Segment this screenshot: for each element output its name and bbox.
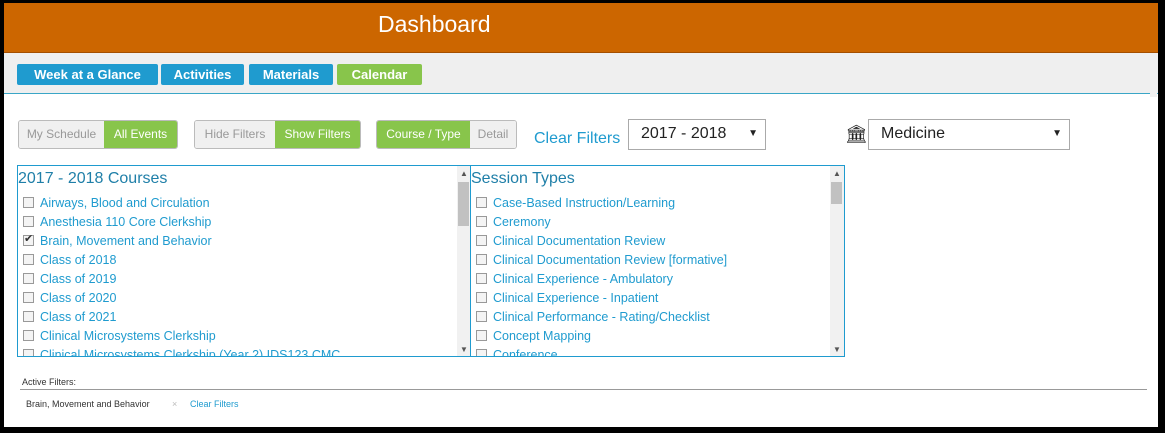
my-schedule-button[interactable]: My Schedule (19, 121, 104, 148)
list-item-label[interactable]: Clinical Microsystems Clerkship (Year 2)… (40, 348, 340, 356)
scroll-up-icon[interactable]: ▲ (833, 169, 841, 178)
checkbox[interactable] (476, 197, 487, 208)
list-item[interactable]: Clinical Documentation Review [formative… (476, 253, 727, 272)
list-item-label[interactable]: Clinical Microsystems Clerkship (40, 329, 216, 343)
schedule-toggle: My Schedule All Events (18, 120, 178, 149)
scroll-thumb[interactable] (458, 182, 469, 226)
scroll-down-icon[interactable]: ▼ (833, 345, 841, 354)
list-item-label[interactable]: Clinical Documentation Review [formative… (493, 253, 727, 267)
list-item-label[interactable]: Conference (493, 348, 558, 356)
year-select-value: 2017 - 2018 (641, 125, 727, 142)
list-item-label[interactable]: Clinical Documentation Review (493, 234, 665, 248)
checkbox[interactable] (476, 292, 487, 303)
list-item-label[interactable]: Class of 2021 (40, 310, 116, 324)
list-item[interactable]: Ceremony (476, 215, 727, 234)
checkbox[interactable] (23, 330, 34, 341)
list-item[interactable]: Class of 2020 (23, 291, 340, 310)
list-item[interactable]: Clinical Microsystems Clerkship (23, 329, 340, 348)
materials-button[interactable]: Materials (249, 64, 333, 85)
dashboard-window: Dashboard Week at a Glance Activities Ma… (4, 3, 1158, 427)
checkbox[interactable] (23, 349, 34, 356)
list-item-label[interactable]: Class of 2020 (40, 291, 116, 305)
hide-filters-button[interactable]: Hide Filters (195, 121, 275, 148)
list-item-label[interactable]: Clinical Experience - Ambulatory (493, 272, 673, 286)
checkbox[interactable] (23, 216, 34, 227)
list-item-label[interactable]: Class of 2019 (40, 272, 116, 286)
show-filters-button[interactable]: Show Filters (275, 121, 360, 148)
list-item[interactable]: Class of 2018 (23, 253, 340, 272)
list-item-label[interactable]: Anesthesia 110 Core Clerkship (40, 215, 211, 229)
remove-filter-icon[interactable]: × (172, 399, 177, 409)
calendar-button[interactable]: Calendar (337, 64, 422, 85)
list-item-label[interactable]: Ceremony (493, 215, 551, 229)
header-bar: Dashboard (4, 3, 1158, 53)
list-item[interactable]: Clinical Experience - Inpatient (476, 291, 727, 310)
checkbox[interactable] (23, 311, 34, 322)
active-clear-filters-link[interactable]: Clear Filters (190, 399, 239, 409)
courses-scrollbar[interactable]: ▲ ▼ (457, 166, 471, 356)
session-types-scrollbar[interactable]: ▲ ▼ (830, 166, 844, 356)
checkbox[interactable] (476, 273, 487, 284)
list-item[interactable]: Clinical Performance - Rating/Checklist (476, 310, 727, 329)
activities-button[interactable]: Activities (161, 64, 244, 85)
nav-bar: Week at a Glance Activities Materials Ca… (4, 53, 1158, 94)
checkbox[interactable] (476, 349, 487, 356)
session-types-list: Case-Based Instruction/Learning Ceremony C… (476, 196, 727, 356)
list-item-label[interactable]: Airways, Blood and Circulation (40, 196, 210, 210)
scroll-down-icon[interactable]: ▼ (460, 345, 468, 354)
chevron-down-icon: ▼ (748, 128, 758, 139)
list-item[interactable]: Clinical Experience - Ambulatory (476, 272, 727, 291)
list-item[interactable]: Class of 2021 (23, 310, 340, 329)
divider (20, 389, 1147, 390)
school-select-value: Medicine (881, 125, 946, 142)
list-item[interactable]: Clinical Documentation Review (476, 234, 727, 253)
list-item[interactable]: Conference (476, 348, 727, 356)
page-title: Dashboard (378, 11, 491, 37)
list-item[interactable]: Clinical Microsystems Clerkship (Year 2)… (23, 348, 340, 356)
detail-button[interactable]: Detail (470, 121, 516, 148)
year-select[interactable]: 2017 - 2018 ▼ (628, 119, 766, 150)
scroll-thumb[interactable] (831, 182, 842, 204)
week-at-a-glance-button[interactable]: Week at a Glance (17, 64, 158, 85)
checkbox[interactable] (23, 232, 34, 246)
view-toggle: Course / Type Detail (376, 120, 517, 149)
scroll-up-icon[interactable]: ▲ (460, 169, 468, 178)
checkbox[interactable] (476, 311, 487, 322)
courses-panel: 2017 - 2018 Courses Airways, Blood and C… (17, 165, 472, 357)
course-type-button[interactable]: Course / Type (377, 121, 470, 148)
list-item[interactable]: Anesthesia 110 Core Clerkship (23, 215, 340, 234)
list-item-label[interactable]: Class of 2018 (40, 253, 116, 267)
list-item-label[interactable]: Clinical Performance - Rating/Checklist (493, 310, 710, 324)
list-item[interactable]: Airways, Blood and Circulation (23, 196, 340, 215)
checkbox[interactable] (476, 235, 487, 246)
list-item[interactable]: Case-Based Instruction/Learning (476, 196, 727, 215)
list-item[interactable]: Brain, Movement and Behavior (23, 232, 340, 253)
chevron-down-icon: ▼ (1052, 128, 1062, 139)
filters-toggle: Hide Filters Show Filters (194, 120, 361, 149)
institution-icon: 🏛 (845, 124, 868, 144)
page-scrollbar[interactable] (1150, 57, 1157, 97)
checkbox[interactable] (476, 254, 487, 265)
list-item[interactable]: Class of 2019 (23, 272, 340, 291)
list-item-label[interactable]: Concept Mapping (493, 329, 591, 343)
checkbox[interactable] (476, 216, 487, 227)
checkbox[interactable] (23, 254, 34, 265)
checkbox[interactable] (476, 330, 487, 341)
session-types-panel: Session Types Case-Based Instruction/Lea… (470, 165, 845, 357)
list-item-label[interactable]: Brain, Movement and Behavior (40, 234, 212, 248)
checkbox[interactable] (23, 197, 34, 208)
school-select[interactable]: Medicine ▼ (868, 119, 1070, 150)
courses-list: Airways, Blood and Circulation Anesthesia… (23, 196, 340, 356)
checkbox[interactable] (23, 273, 34, 284)
list-item-label[interactable]: Case-Based Instruction/Learning (493, 196, 675, 210)
all-events-button[interactable]: All Events (104, 121, 177, 148)
checkbox[interactable] (23, 292, 34, 303)
list-item-label[interactable]: Clinical Experience - Inpatient (493, 291, 658, 305)
courses-title: 2017 - 2018 Courses (18, 170, 168, 187)
active-filter-chip: Brain, Movement and Behavior (26, 399, 150, 409)
active-filters-label: Active Filters: (22, 377, 77, 387)
clear-filters-link[interactable]: Clear Filters (534, 130, 620, 148)
list-item[interactable]: Concept Mapping (476, 329, 727, 348)
session-types-title: Session Types (471, 170, 575, 187)
